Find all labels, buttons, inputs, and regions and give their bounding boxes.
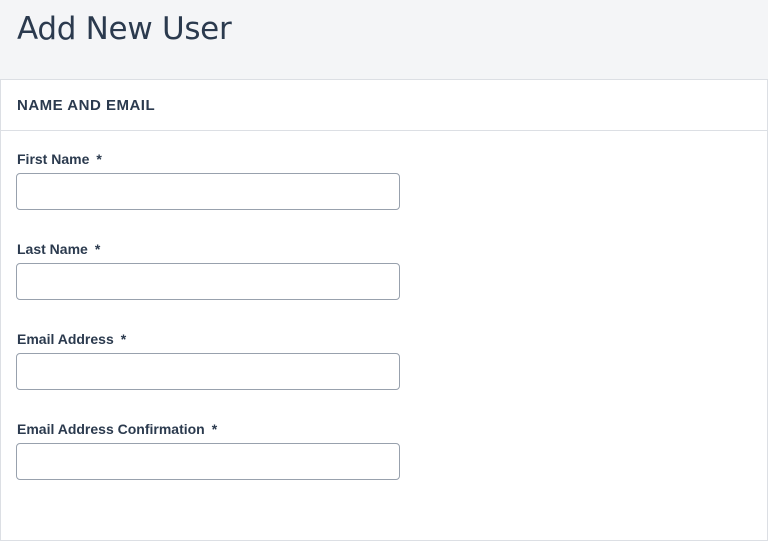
- page-header: Add New User: [0, 0, 768, 79]
- first-name-label: First Name *: [17, 150, 102, 168]
- last-name-label-text: Last Name: [17, 241, 88, 257]
- panel-header: NAME AND EMAIL: [1, 80, 767, 131]
- email-input[interactable]: [16, 353, 400, 390]
- email-confirmation-input[interactable]: [16, 443, 400, 480]
- required-marker: *: [211, 421, 218, 437]
- required-marker: *: [96, 151, 102, 167]
- email-confirmation-label: Email Address Confirmation *: [17, 420, 217, 438]
- first-name-field: First Name *: [16, 150, 400, 210]
- page-title: Add New User: [17, 11, 232, 47]
- first-name-label-text: First Name: [17, 151, 90, 167]
- last-name-input[interactable]: [16, 263, 400, 300]
- required-marker: *: [120, 331, 127, 347]
- email-label-text: Email Address: [17, 331, 114, 347]
- last-name-field: Last Name *: [16, 240, 400, 300]
- name-and-email-panel: NAME AND EMAIL First Name * Last Name * Em…: [0, 79, 768, 541]
- email-confirmation-field: Email Address Confirmation *: [16, 420, 400, 480]
- first-name-input[interactable]: [16, 173, 400, 210]
- email-label: Email Address *: [17, 330, 126, 348]
- email-field: Email Address *: [16, 330, 400, 390]
- required-marker: *: [94, 241, 101, 257]
- section-title: NAME AND EMAIL: [17, 97, 156, 114]
- last-name-label: Last Name *: [17, 240, 100, 258]
- email-confirmation-label-text: Email Address Confirmation: [17, 421, 205, 437]
